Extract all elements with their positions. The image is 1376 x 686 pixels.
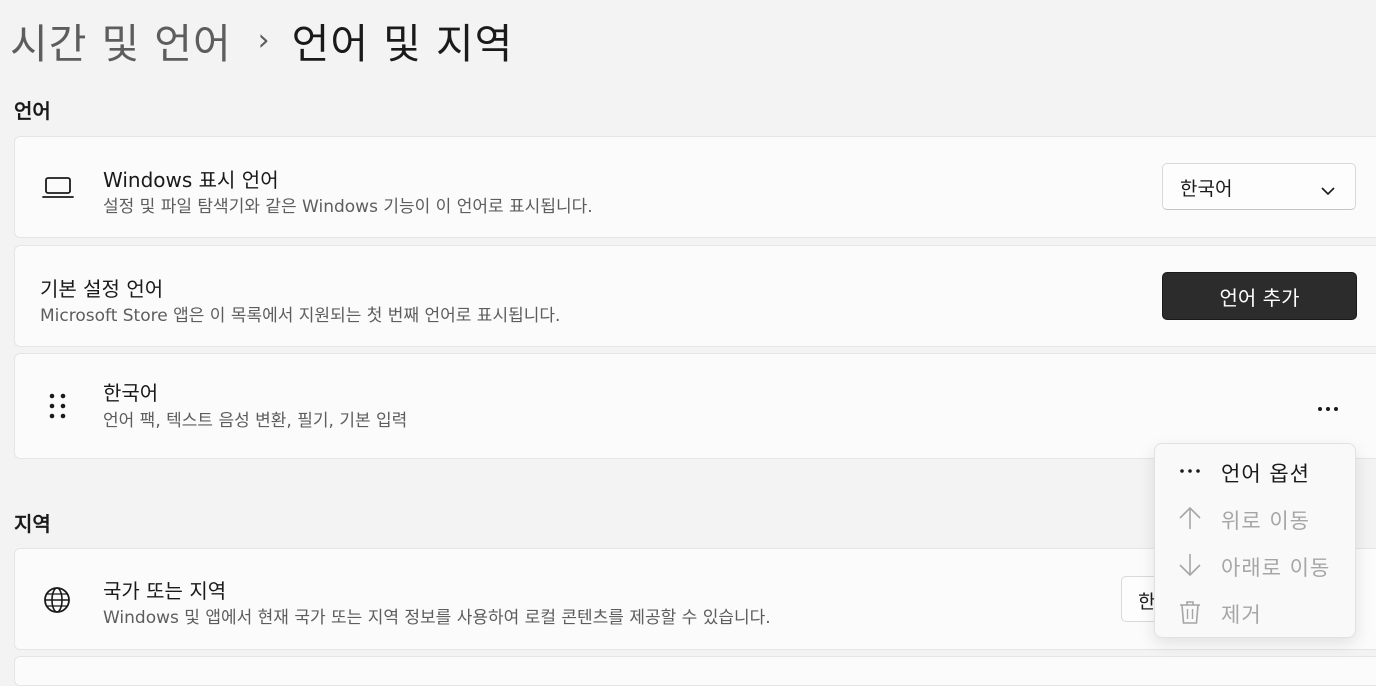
menu-item-label: 언어 옵션 [1221,462,1310,486]
menu-item-move-up[interactable]: 위로 이동 [1155,495,1355,539]
arrow-down-icon [1177,552,1203,578]
menu-item-label: 위로 이동 [1221,509,1310,533]
menu-item-label: 아래로 이동 [1221,556,1331,580]
chevron-down-icon [1321,181,1335,200]
add-language-button[interactable]: 언어 추가 [1162,272,1357,320]
language-context-menu: 언어 옵션 위로 이동 아래로 이동 제거 [1154,443,1356,638]
language-item-description: 언어 팩, 텍스트 음성 변환, 필기, 기본 입력 [103,411,408,431]
region-section-title: 지역 [14,512,51,536]
preferred-languages-title: 기본 설정 언어 [40,277,164,301]
language-section-title: 언어 [14,99,51,123]
globe-icon [42,585,72,619]
trash-icon [1177,599,1203,625]
display-language-description: 설정 및 파일 탐색기와 같은 Windows 기능이 이 언어로 표시됩니다. [103,197,593,217]
drag-handle-icon[interactable] [48,392,68,426]
breadcrumb-separator: › [257,22,270,58]
display-language-value: 한국어 [1180,178,1233,200]
country-region-value: 한 [1138,591,1156,613]
country-region-description: Windows 및 앱에서 현재 국가 또는 지역 정보를 사용하여 로컬 콘텐… [103,608,771,628]
next-setting-card [14,656,1376,686]
display-language-title: Windows 표시 언어 [103,168,279,192]
menu-item-language-options[interactable]: 언어 옵션 [1155,448,1355,492]
preferred-languages-description: Microsoft Store 앱은 이 목록에서 지원되는 첫 번째 언어로 … [40,306,561,326]
menu-item-remove[interactable]: 제거 [1155,589,1355,633]
language-more-button[interactable] [1308,392,1348,420]
menu-item-label: 제거 [1221,603,1262,627]
laptop-icon [41,175,75,205]
country-region-title: 국가 또는 지역 [103,579,227,603]
more-icon [1177,458,1203,484]
menu-item-move-down[interactable]: 아래로 이동 [1155,542,1355,586]
language-item-title: 한국어 [103,381,159,405]
display-language-dropdown[interactable]: 한국어 [1162,163,1356,210]
more-icon [1317,397,1339,416]
page-title: 언어 및 지역 [291,20,514,68]
arrow-up-icon [1177,505,1203,531]
breadcrumb-parent-link[interactable]: 시간 및 언어 [10,10,232,70]
breadcrumb: 시간 및 언어 › 언어 및 지역 [10,8,513,72]
